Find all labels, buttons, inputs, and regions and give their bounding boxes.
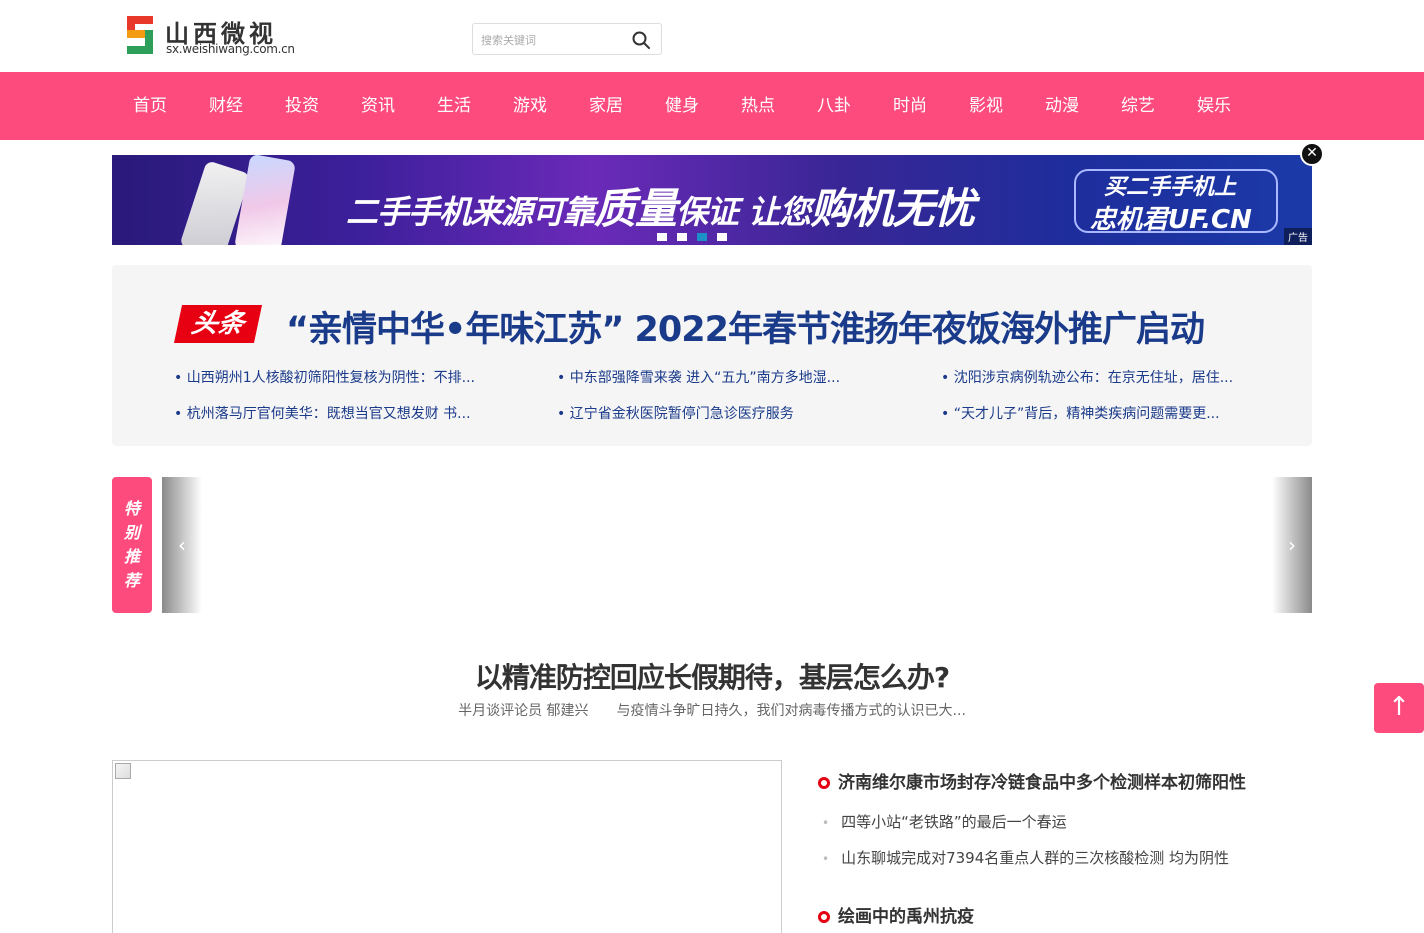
close-icon[interactable]: ✕ [1300,142,1324,166]
news-headline[interactable]: 济南维尔康市场封存冷链食品中多个检测样本初筛阳性 [818,768,1246,793]
headline-link[interactable]: 辽宁省金秋医院暂停门急诊医疗服务 [557,403,794,423]
nav-item[interactable]: 生活 [416,72,492,140]
banner-slogan-a: 二手手机来源可靠 [346,193,595,231]
nav-item[interactable]: 娱乐 [1176,72,1252,140]
nav-item[interactable]: 时尚 [872,72,948,140]
feature-image[interactable] [112,760,782,933]
feature-author: 半月谈评论员 郁建兴 [458,703,589,719]
feature-meta: 半月谈评论员 郁建兴 与疫情斗争旷日持久，我们对病毒传播方式的认识已大... [0,700,1424,720]
carousel-next-button[interactable]: › [1272,477,1312,613]
banner-dot-active[interactable] [697,233,707,241]
headline-link[interactable]: 山西朔州1人核酸初筛阳性复核为阴性：不排... [174,367,475,387]
headline-link[interactable]: 沈阳涉京病例轨迹公布：在京无住址，居住... [941,367,1233,387]
news-headline-text: 绘画中的禹州抗疫 [838,907,974,927]
main-nav: 首页 财经 投资 资讯 生活 游戏 家居 健身 热点 八卦 时尚 影视 动漫 综艺 娱乐 [0,72,1424,140]
circle-bullet-icon [818,911,830,923]
banner-slogan-b: 质量 [594,184,677,233]
ad-banner[interactable]: 二手手机来源可靠质量保证 让您购机无忧 买二手手机上 忠机君UF.CN 广告 [112,155,1312,245]
recommend-tag-char: 别 [123,523,140,542]
news-headline[interactable]: 绘画中的禹州抗疫 [818,902,974,927]
logo-icon [127,16,153,54]
nav-item[interactable]: 财经 [188,72,264,140]
recommend-tag-char: 特 [123,499,140,518]
circle-bullet-icon [818,777,830,789]
recommend-tag-char: 推 [123,547,140,566]
nav-item[interactable]: 影视 [948,72,1024,140]
feature-summary[interactable]: 与疫情斗争旷日持久，我们对病毒传播方式的认识已大... [617,703,966,719]
headline-link[interactable]: 中东部强降雪来袭 进入“五九”南方多地湿... [557,367,840,387]
news-headline-text: 济南维尔康市场封存冷链食品中多个检测样本初筛阳性 [838,773,1246,793]
headline-link[interactable]: “天才儿子”背后，精神类疾病问题需要更... [941,403,1220,423]
banner-cta-line2: 忠机君UF.CN [1090,205,1252,235]
nav-item[interactable]: 投资 [264,72,340,140]
banner-pagination [657,233,727,241]
banner-slogan-c: 保证 让您 [676,193,811,231]
nav-item[interactable]: 家居 [568,72,644,140]
logo-domain: sx.weishiwang.com.cn [166,42,295,56]
broken-image-icon [115,763,131,779]
nav-item[interactable]: 资讯 [340,72,416,140]
headline-box: 头条 “亲情中华•年味江苏” 2022年春节淮扬年夜饭海外推广启动 山西朔州1人… [112,265,1312,446]
headline-link[interactable]: 杭州落马厅官何美华：既想当官又想发财 书... [174,403,471,423]
news-item[interactable]: 山东聊城完成对7394名重点人群的三次核酸检测 均为阴性 [822,847,1229,868]
back-to-top-button[interactable]: ↑ [1374,683,1424,733]
banner-dot[interactable] [717,233,727,241]
banner-dot[interactable] [677,233,687,241]
special-recommend-tag: 特 别 推 荐 [112,477,152,613]
nav-item[interactable]: 首页 [112,72,188,140]
banner-cta-line1: 买二手手机上 [1104,175,1237,200]
search-icon[interactable] [631,30,651,50]
nav-item[interactable]: 综艺 [1100,72,1176,140]
nav-item[interactable]: 动漫 [1024,72,1100,140]
nav-item[interactable]: 游戏 [492,72,568,140]
search-box [472,23,662,55]
banner-slogan: 二手手机来源可靠质量保证 让您购机无忧 [346,175,975,236]
nav-item[interactable]: 八卦 [796,72,872,140]
news-item[interactable]: 四等小站“老铁路”的最后一个春运 [822,811,1067,832]
nav-item[interactable]: 健身 [644,72,720,140]
banner-dot[interactable] [657,233,667,241]
phone-image [234,155,296,245]
nav-item[interactable]: 热点 [720,72,796,140]
recommend-tag-char: 荐 [123,571,140,590]
page: 山西微视 sx.weishiwang.com.cn 首页财经投资资讯生活游戏家居… [0,0,1424,933]
search-input[interactable] [481,30,621,50]
header: 山西微视 sx.weishiwang.com.cn [0,0,1424,72]
headline-title[interactable]: “亲情中华•年味江苏” 2022年春节淮扬年夜饭海外推广启动 [286,301,1205,352]
feature-title[interactable]: 以精准防控回应长假期待，基层怎么办? [0,656,1424,696]
carousel-prev-button[interactable]: ‹ [162,477,202,613]
ad-label: 广告 [1284,228,1312,245]
site-logo[interactable]: 山西微视 sx.weishiwang.com.cn [127,16,297,56]
headline-badge: 头条 [173,305,263,343]
banner-slogan-d: 购机无忧 [810,184,975,233]
